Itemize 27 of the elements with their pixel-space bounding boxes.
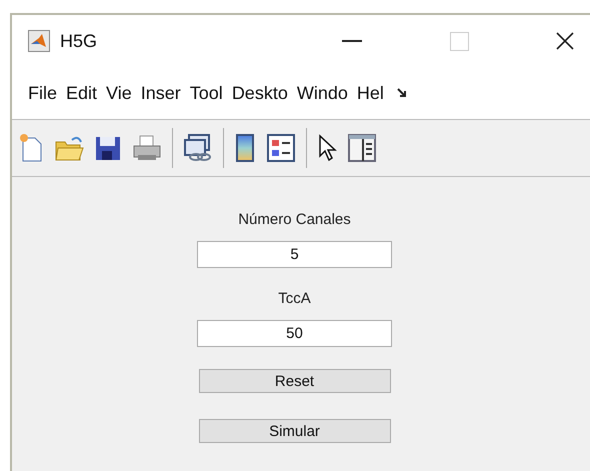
menu-item[interactable]: Edit	[66, 82, 98, 104]
arrow-icon[interactable]	[396, 87, 407, 99]
app-icon	[28, 30, 50, 52]
field-label: TccA	[278, 290, 311, 309]
colorbar-icon[interactable]	[234, 133, 256, 163]
folder-icon[interactable]	[54, 134, 84, 162]
linked-windows-icon[interactable]	[183, 133, 213, 163]
pointer-icon[interactable]	[317, 134, 337, 162]
input-field[interactable]: 50	[197, 320, 392, 347]
legend-icon[interactable]	[266, 133, 296, 163]
close-icon[interactable]	[556, 32, 574, 50]
menu-item[interactable]: Tool	[190, 82, 223, 104]
panel-icon[interactable]	[347, 133, 377, 163]
new-file-icon[interactable]	[18, 133, 44, 163]
menu-item[interactable]: Deskto	[232, 82, 288, 104]
save-icon[interactable]	[94, 134, 122, 162]
push-button[interactable]: Simular	[198, 419, 390, 443]
push-button[interactable]: Reset	[198, 369, 390, 393]
field-label: Número Canales	[238, 211, 351, 230]
menu-item[interactable]: Hel	[356, 82, 384, 104]
menu-item[interactable]: File	[28, 82, 58, 104]
menu-item[interactable]: Vie	[106, 82, 132, 104]
menu-item[interactable]: Inser	[140, 82, 181, 104]
input-field[interactable]: 5	[197, 241, 392, 268]
printer-icon[interactable]	[132, 134, 162, 162]
menu-item[interactable]: Windo	[296, 82, 348, 104]
window-title: H5G	[60, 30, 98, 52]
